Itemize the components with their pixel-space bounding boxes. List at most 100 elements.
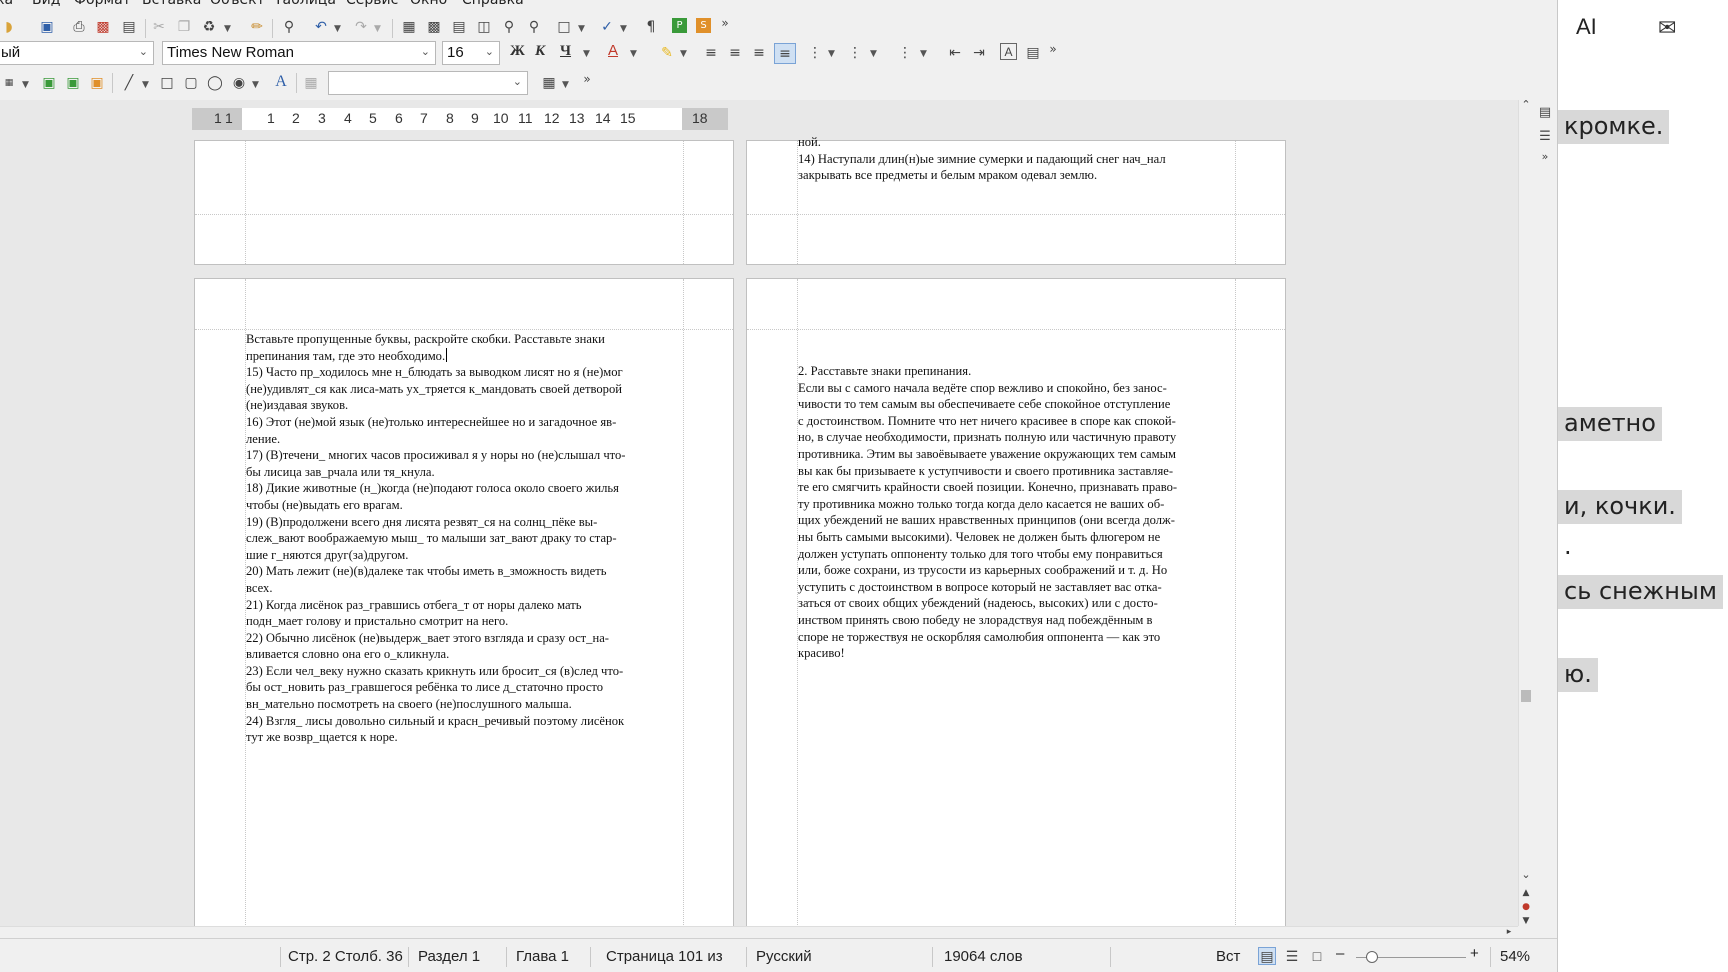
ole-icon[interactable]: ▦ [0,74,18,92]
field-dropdown-icon[interactable]: ▼ [578,24,585,34]
cut-icon[interactable]: ✂ [150,18,168,36]
bold-button[interactable]: Ж [510,43,525,60]
export-pdf-icon[interactable]: ▩ [94,18,112,36]
bullet-list-icon[interactable]: ⋮ [806,44,824,62]
undo-icon[interactable]: ↶ [312,18,330,36]
fontwork-button[interactable]: A [272,73,290,91]
numbered-list-icon[interactable]: ⋮ [846,44,864,62]
numbered-dropdown-icon[interactable]: ▼ [870,49,877,59]
redo-dropdown-icon[interactable]: ▼ [374,24,381,34]
clone-formatting-icon[interactable]: ✏ [248,18,266,36]
insert-frame-icon[interactable]: ▣ [40,74,58,92]
chat-icon[interactable]: ✉ [1658,16,1676,41]
ole-dropdown-icon[interactable]: ▼ [22,80,29,90]
insert-field-icon[interactable]: □ [555,18,573,36]
document-workspace[interactable]: ной. 14) Наступали длин(н)ые зимние суме… [0,100,1518,926]
paste-icon[interactable]: ♻ [200,18,218,36]
menu-format[interactable]: Формат [74,0,131,8]
anchor-icon[interactable]: ▦ [302,74,320,92]
shapes-dropdown-icon[interactable]: ▼ [252,80,259,90]
zoom-out-icon[interactable]: – [1336,945,1344,962]
status-page-count[interactable]: Страница 101 из [606,948,723,965]
decrease-indent-icon[interactable]: ⇥ [970,44,988,62]
insert-image-icon[interactable]: ▩ [425,18,443,36]
status-zoom-level[interactable]: 54% [1500,948,1530,965]
plugin-p-icon[interactable]: P [672,18,687,33]
status-word-count[interactable]: 19064 слов [944,948,1023,965]
menu-file[interactable]: ка [0,0,13,8]
status-chapter[interactable]: Глава 1 [516,948,569,965]
print-preview-icon[interactable]: ▤ [120,18,138,36]
shapes-icon[interactable]: ◉ [230,74,248,92]
horizontal-ruler[interactable]: 1 1 1 2 3 4 5 6 7 8 9 10 11 12 13 14 15 … [192,108,728,130]
paragraph-style-combo[interactable]: ый ⌄ [0,41,154,65]
spelling-icon[interactable]: ✓ [598,18,616,36]
zoom-slider-thumb[interactable] [1366,951,1378,963]
line-icon[interactable]: ╱ [120,74,138,92]
page-left[interactable]: Вставьте пропущенные буквы, раскройте ск… [194,278,734,926]
toolbar-overflow-icon-2[interactable]: » [1044,40,1062,58]
outline-list-icon[interactable]: ⋮ [896,44,914,62]
open-icon[interactable]: ◗ [0,18,18,36]
ai-label[interactable]: AI [1576,14,1597,40]
ellipse-icon[interactable]: ◯ [206,74,224,92]
borders-dropdown-icon[interactable]: ▼ [562,80,569,90]
navigator-icon[interactable]: ⚲ [525,18,543,36]
sidebar-expand-icon[interactable]: » [1536,148,1554,166]
zoom-in-icon[interactable]: + [1470,945,1479,962]
justify-icon[interactable]: ≡ [774,43,796,64]
status-language[interactable]: Русский [756,948,812,965]
styles-icon[interactable]: ☰ [1536,128,1554,146]
page-top-right-text[interactable]: ной. 14) Наступали длин(н)ые зимние суме… [798,134,1235,184]
book-view-icon[interactable]: □ [1308,947,1326,965]
scrollbar-thumb[interactable] [1521,690,1531,702]
vertical-scrollbar[interactable]: ⌃ ⌄ ▲ ● ▼ [1518,98,1532,926]
font-color-button[interactable]: A [608,42,618,59]
print-icon[interactable]: ⎙ [70,18,88,36]
status-section[interactable]: Раздел 1 [418,948,480,965]
status-insert-mode[interactable]: Вст [1216,948,1240,965]
line-dropdown-icon[interactable]: ▼ [142,80,149,90]
toolbar-overflow-icon[interactable]: » [716,14,734,32]
bullet-dropdown-icon[interactable]: ▼ [828,49,835,59]
highlight-dropdown-icon[interactable]: ▼ [680,49,687,59]
menu-help[interactable]: Справка [462,0,524,8]
page-top-right[interactable]: ной. 14) Наступали длин(н)ые зимние суме… [746,135,1286,265]
font-name-combo[interactable]: Times New Roman ⌄ [162,41,436,65]
menu-object[interactable]: Объект [210,0,265,8]
save-icon[interactable]: ▣ [38,18,56,36]
underline-dropdown-icon[interactable]: ▼ [583,49,590,59]
menu-view[interactable]: Вид [32,0,60,8]
underline-button[interactable]: Ч [560,43,571,60]
align-right-icon[interactable]: ≡ [750,44,768,62]
insert-table-icon[interactable]: ▦ [400,18,418,36]
spelling-dropdown-icon[interactable]: ▼ [620,24,627,34]
font-size-combo[interactable]: 16 ⌄ [442,41,500,65]
increase-indent-icon[interactable]: ⇤ [946,44,964,62]
insert-textbox-button[interactable]: A [1000,43,1017,60]
horizontal-scrollbar[interactable]: ▸ [0,926,1518,938]
menu-table[interactable]: Таблица [274,0,336,8]
status-page-column[interactable]: Стр. 2 Столб. 36 [288,948,403,965]
insert-special-icon[interactable]: ▣ [64,74,82,92]
align-left-icon[interactable]: ≡ [702,44,720,62]
italic-button[interactable]: К [535,43,545,60]
menu-window[interactable]: Окно [410,0,447,8]
page-right[interactable]: 2. Расставьте знаки препинания. Если вы с… [746,278,1286,926]
paragraph-dialog-icon[interactable]: ▤ [1024,44,1042,62]
formatting-marks-icon[interactable]: ¶ [642,18,660,36]
insert-note-icon[interactable]: ▣ [88,74,106,92]
copy-icon[interactable]: ❐ [175,18,193,36]
font-color-dropdown-icon[interactable]: ▼ [630,49,637,59]
redo-icon[interactable]: ↷ [352,18,370,36]
properties-icon[interactable]: ▤ [1536,104,1554,122]
single-page-view-icon[interactable]: ▤ [1258,947,1276,965]
plugin-s-icon[interactable]: S [696,18,711,33]
paste-dropdown-icon[interactable]: ▼ [224,24,231,34]
outline-dropdown-icon[interactable]: ▼ [920,49,927,59]
page-right-text[interactable]: 2. Расставьте знаки препинания. Если вы с… [798,363,1235,662]
rounded-rectangle-icon[interactable]: ▢ [182,74,200,92]
highlight-icon[interactable]: ✎ [658,44,676,62]
menu-tools[interactable]: Сервис [346,0,398,8]
undo-dropdown-icon[interactable]: ▼ [334,24,341,34]
